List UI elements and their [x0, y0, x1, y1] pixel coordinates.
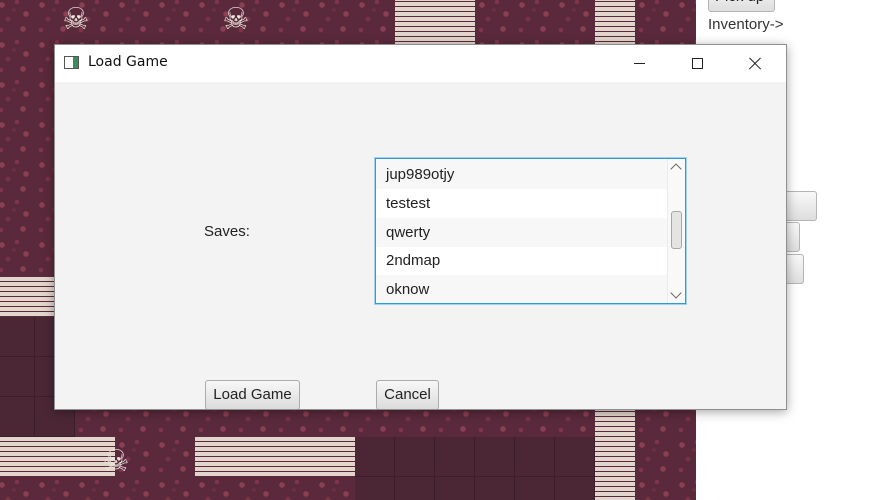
- map-tile: [435, 437, 475, 477]
- dialog-title: Load Game: [88, 54, 168, 70]
- map-tile: [275, 0, 315, 37]
- map-tile: [355, 477, 395, 500]
- map-tile: [195, 477, 235, 500]
- map-tile: [0, 477, 35, 500]
- map-tile: [555, 437, 595, 477]
- map-tile: [395, 437, 435, 477]
- map-tile: [0, 77, 35, 117]
- map-tile: [0, 357, 35, 397]
- map-tile: [635, 477, 675, 500]
- scroll-down-icon[interactable]: [670, 287, 682, 299]
- map-tile: [355, 0, 395, 37]
- map-tile: [315, 0, 355, 37]
- map-tile: [675, 0, 696, 37]
- map-tile: [475, 437, 515, 477]
- saves-label: Saves:: [204, 223, 250, 240]
- scroll-up-icon[interactable]: [670, 163, 682, 175]
- map-tile: [315, 437, 355, 477]
- map-tile: [315, 477, 355, 500]
- map-tile: [115, 477, 155, 500]
- map-tile: [635, 0, 675, 37]
- title-bar[interactable]: Load Game: [55, 45, 786, 82]
- map-tile: [475, 477, 515, 500]
- map-tile: [155, 0, 195, 37]
- skeleton-sprite-icon: ☠: [102, 444, 130, 479]
- inventory-label: Inventory->: [708, 16, 784, 33]
- save-item[interactable]: qwerty: [376, 218, 667, 247]
- close-icon: [748, 57, 762, 71]
- load-game-dialog: Load Game Saves: jup989otjy testest qwer…: [54, 44, 787, 410]
- map-tile: [0, 237, 35, 277]
- map-tile: [195, 437, 235, 477]
- minimize-icon: [633, 63, 645, 64]
- map-tile: [515, 437, 555, 477]
- map-tile: [555, 477, 595, 500]
- map-tile: [155, 437, 195, 477]
- map-tile: [0, 397, 35, 437]
- close-button[interactable]: [732, 45, 778, 82]
- map-tile: [675, 477, 696, 500]
- map-tile: [355, 437, 395, 477]
- map-tile: [395, 477, 435, 500]
- map-tile: [0, 117, 35, 157]
- map-tile: [435, 477, 475, 500]
- map-tile: [555, 0, 595, 37]
- skeleton-sprite-icon: ☠: [222, 2, 250, 37]
- save-item[interactable]: 2ndmap: [376, 246, 667, 275]
- map-tile: [595, 477, 635, 500]
- map-tile: [0, 437, 35, 477]
- map-tile: [635, 437, 675, 477]
- map-tile: [0, 317, 35, 357]
- map-tile: [595, 437, 635, 477]
- saves-scrollbar[interactable]: [667, 159, 685, 303]
- map-tile: [35, 477, 75, 500]
- load-game-button[interactable]: Load Game: [205, 380, 300, 409]
- saves-list[interactable]: jup989otjy testest qwerty 2ndmap oknow: [375, 158, 686, 304]
- map-tile: [115, 0, 155, 37]
- map-tile: [155, 477, 195, 500]
- maximize-button[interactable]: [674, 45, 720, 82]
- map-tile: [275, 477, 315, 500]
- map-tile: [475, 0, 515, 37]
- map-tile: [0, 0, 35, 37]
- map-tile: [515, 477, 555, 500]
- save-item[interactable]: testest: [376, 189, 667, 218]
- map-tile: [0, 277, 35, 317]
- pick-up-button[interactable]: Pick up: [708, 0, 775, 12]
- map-tile: [515, 0, 555, 37]
- app-window-icon: [64, 56, 79, 69]
- map-tile: [35, 437, 75, 477]
- save-item[interactable]: oknow: [376, 275, 667, 303]
- skeleton-sprite-icon: ☠: [62, 2, 90, 37]
- map-tile: [675, 437, 696, 477]
- map-tile: [0, 157, 35, 197]
- map-tile: [595, 0, 635, 37]
- minimize-button[interactable]: [616, 45, 662, 82]
- map-tile: [275, 437, 315, 477]
- save-item[interactable]: jup989otjy: [376, 160, 667, 189]
- map-tile: [0, 197, 35, 237]
- cancel-button[interactable]: Cancel: [376, 380, 439, 409]
- map-tile: [395, 0, 435, 37]
- maximize-icon: [691, 58, 703, 69]
- map-tile: [235, 437, 275, 477]
- map-tile: [0, 37, 35, 77]
- map-tile: [235, 477, 275, 500]
- map-tile: [75, 477, 115, 500]
- map-tile: [435, 0, 475, 37]
- scroll-thumb[interactable]: [671, 211, 682, 249]
